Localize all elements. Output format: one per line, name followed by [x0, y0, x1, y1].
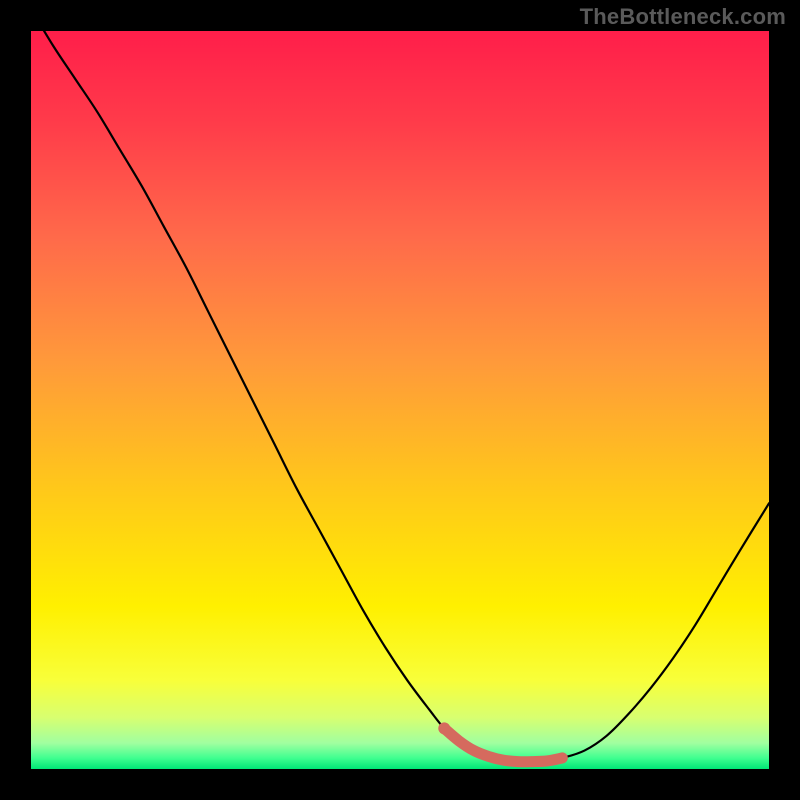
- chart-root: TheBottleneck.com: [0, 0, 800, 800]
- gradient-background: [31, 31, 769, 769]
- plot-area: [31, 31, 769, 769]
- watermark-text: TheBottleneck.com: [580, 4, 786, 30]
